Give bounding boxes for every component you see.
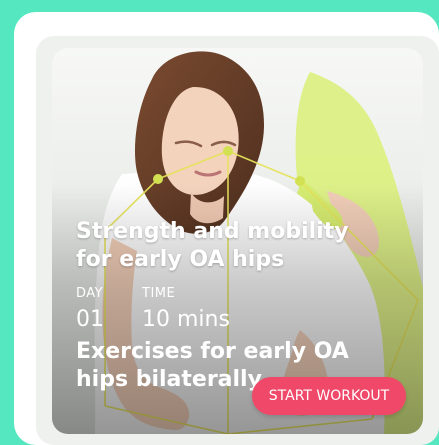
day-value: 01 [76, 307, 104, 332]
time-label: TIME [142, 286, 176, 301]
start-workout-button[interactable]: START WORKOUT [252, 377, 406, 415]
workout-card[interactable]: Strength and mobility for early OA hips … [52, 48, 423, 434]
day-label: DAY [76, 286, 104, 301]
workout-title: Strength and mobility for early OA hips [76, 219, 349, 272]
time-value: 10 mins [142, 307, 230, 332]
